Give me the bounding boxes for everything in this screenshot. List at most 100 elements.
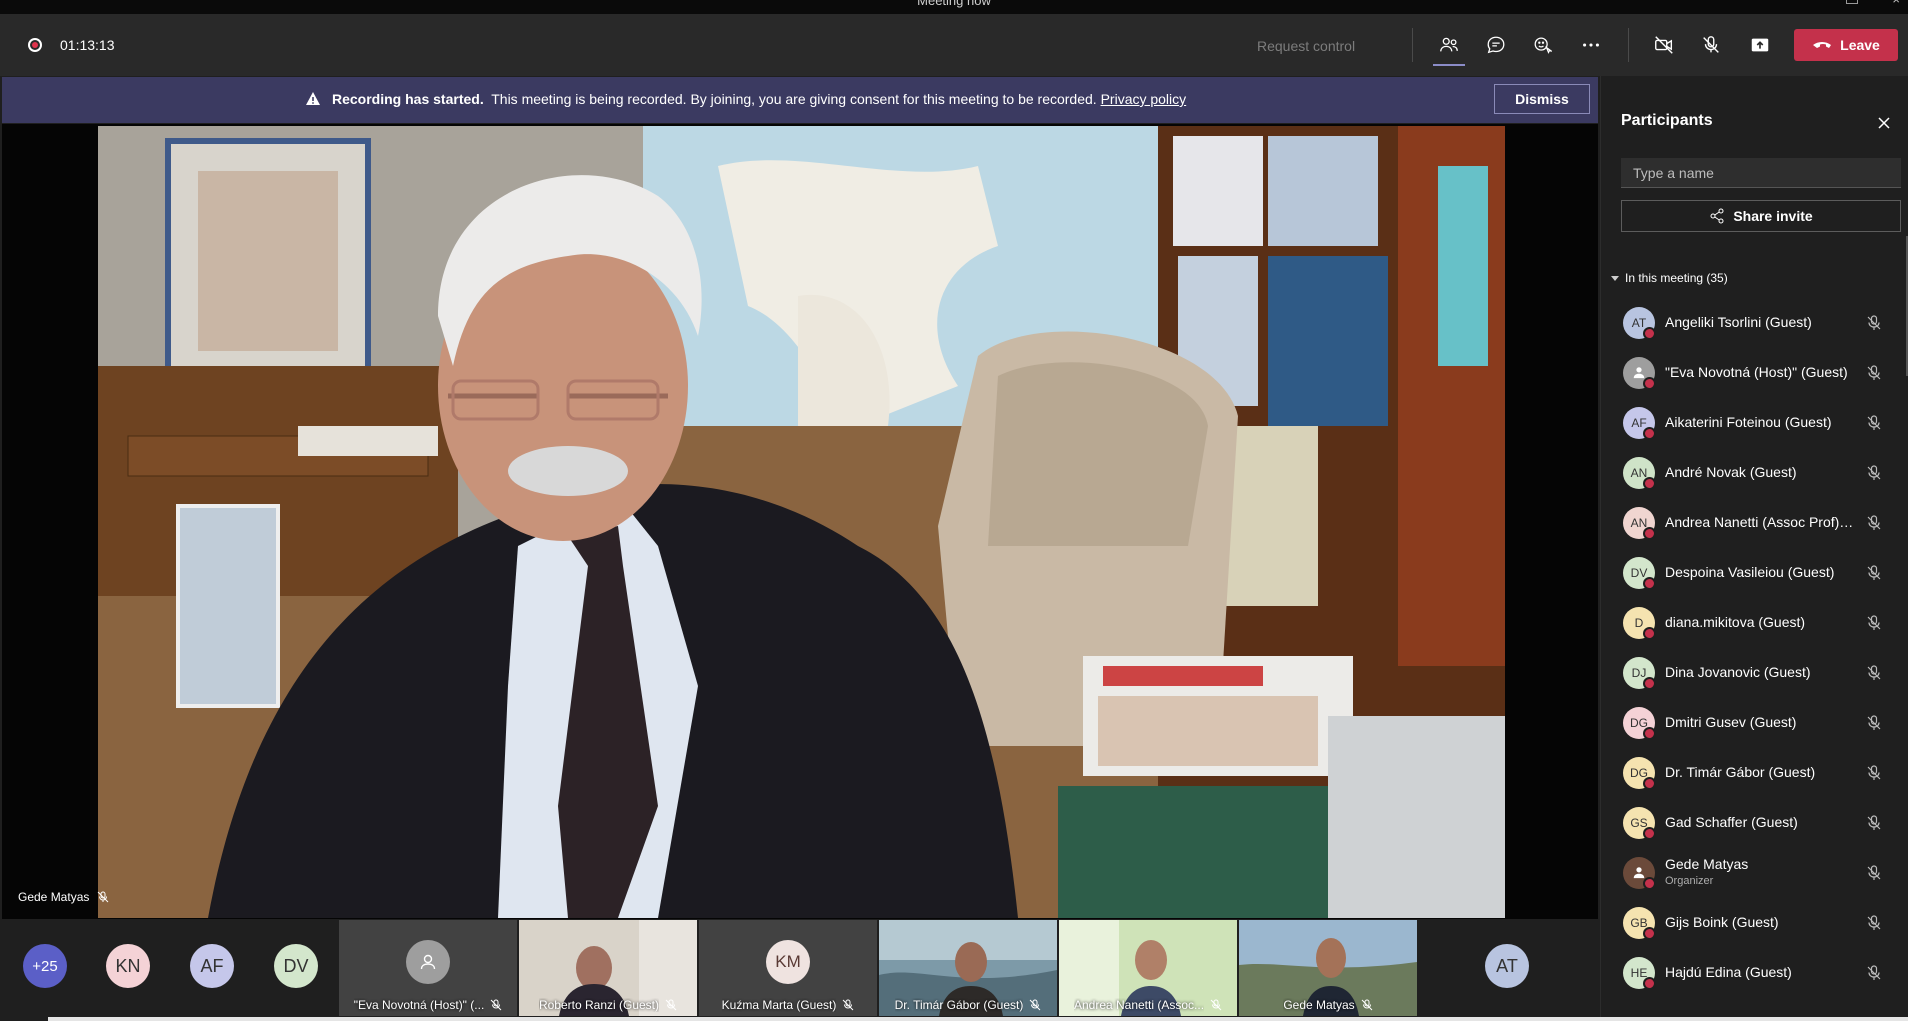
- participant-name: Gijs Boink (Guest): [1665, 914, 1779, 930]
- participant-row[interactable]: DG Dmitri Gusev (Guest): [1601, 698, 1908, 748]
- leave-button[interactable]: Leave: [1794, 29, 1898, 61]
- participant-row[interactable]: GS Gad Schaffer (Guest): [1601, 798, 1908, 848]
- mic-off-icon[interactable]: [1865, 764, 1883, 782]
- presence-dot: [1643, 777, 1656, 790]
- avatar: AT: [1623, 307, 1656, 340]
- request-control-button[interactable]: Request control: [1257, 38, 1355, 54]
- avatar: DV: [1623, 557, 1656, 590]
- overflow-count[interactable]: +25: [23, 944, 67, 988]
- mic-off-icon[interactable]: [1865, 514, 1883, 532]
- avatar: [1623, 357, 1656, 390]
- avatar: GB: [1623, 907, 1656, 940]
- participant-name: Dr. Timár Gábor (Guest): [1665, 764, 1816, 780]
- banner-text: This meeting is being recorded. By joini…: [491, 91, 1097, 107]
- privacy-policy-link[interactable]: Privacy policy: [1101, 91, 1187, 107]
- reactions-icon[interactable]: [1529, 31, 1557, 59]
- mic-off-icon: [490, 999, 502, 1011]
- presence-dot: [1643, 877, 1656, 890]
- camera-off-icon[interactable]: [1650, 31, 1678, 59]
- mic-off-icon: [1210, 999, 1222, 1011]
- avatar: AN: [1623, 507, 1656, 540]
- mic-off-icon[interactable]: [1865, 814, 1883, 832]
- chat-icon[interactable]: [1482, 31, 1510, 59]
- mic-off-icon[interactable]: [1865, 914, 1883, 932]
- participant-name: André Novak (Guest): [1665, 464, 1797, 480]
- people-active-indicator: [1433, 64, 1465, 66]
- participant-row[interactable]: AN Andrea Nanetti (Assoc Prof) (...: [1601, 498, 1908, 548]
- presence-dot: [1643, 377, 1656, 390]
- people-icon[interactable]: [1435, 31, 1463, 59]
- leave-label: Leave: [1840, 37, 1880, 53]
- share-screen-icon[interactable]: [1746, 31, 1774, 59]
- participant-avatar[interactable]: DV: [274, 944, 318, 988]
- participant-row[interactable]: AF Aikaterini Foteinou (Guest): [1601, 398, 1908, 448]
- mic-off-icon[interactable]: [1865, 564, 1883, 582]
- video-tile[interactable]: KM Kuźma Marta (Guest): [699, 920, 877, 1016]
- in-meeting-section-toggle[interactable]: In this meeting (35): [1611, 271, 1728, 285]
- mic-off-icon: [665, 999, 677, 1011]
- mic-off-icon[interactable]: [1865, 714, 1883, 732]
- participant-row[interactable]: "Eva Novotná (Host)" (Guest): [1601, 348, 1908, 398]
- presence-dot: [1643, 827, 1656, 840]
- mic-off-icon[interactable]: [1865, 964, 1883, 982]
- mic-off-icon[interactable]: [1865, 614, 1883, 632]
- avatar: D: [1623, 607, 1656, 640]
- tile-label: Gede Matyas: [1283, 998, 1355, 1012]
- mic-off-icon: [98, 891, 109, 903]
- taskbar-edge: [48, 1017, 1908, 1021]
- tile-label: Andrea Nanetti (Assoc...: [1073, 998, 1205, 1012]
- participant-name: diana.mikitova (Guest): [1665, 614, 1806, 630]
- video-tile[interactable]: Dr. Timár Gábor (Guest): [879, 920, 1057, 1016]
- participant-row[interactable]: Gede Matyas Organizer: [1601, 848, 1908, 898]
- mic-off-icon: [842, 999, 854, 1011]
- close-icon[interactable]: [1875, 114, 1893, 132]
- meeting-timer: 01:13:13: [60, 37, 115, 53]
- dismiss-button[interactable]: Dismiss: [1494, 84, 1590, 114]
- video-tile[interactable]: Gede Matyas: [1239, 920, 1417, 1016]
- presence-dot: [1643, 427, 1656, 440]
- participant-row[interactable]: AT Angeliki Tsorlini (Guest): [1601, 298, 1908, 348]
- participant-row[interactable]: DG Dr. Timár Gábor (Guest): [1601, 748, 1908, 798]
- recording-banner: Recording has started. This meeting is b…: [2, 77, 1598, 123]
- mic-off-icon[interactable]: [1865, 464, 1883, 482]
- share-invite-button[interactable]: Share invite: [1621, 200, 1901, 232]
- participant-row[interactable]: DJ Dina Jovanovic (Guest): [1601, 648, 1908, 698]
- mic-off-icon[interactable]: [1865, 664, 1883, 682]
- presence-dot: [1643, 327, 1656, 340]
- popout-icon[interactable]: [1846, 0, 1858, 4]
- participant-list: AT Angeliki Tsorlini (Guest) "Eva Novotná …: [1601, 298, 1908, 998]
- in-meeting-section-label: In this meeting (35): [1625, 271, 1728, 285]
- tile-label: "Eva Novotná (Host)" (...: [353, 998, 485, 1012]
- video-tile[interactable]: Andrea Nanetti (Assoc...: [1059, 920, 1237, 1016]
- participant-row[interactable]: HE Hajdú Edina (Guest): [1601, 948, 1908, 998]
- participant-row[interactable]: GB Gijs Boink (Guest): [1601, 898, 1908, 948]
- mic-off-icon[interactable]: [1865, 864, 1883, 882]
- banner-message: Recording has started. This meeting is b…: [332, 91, 1186, 107]
- mic-off-icon: [1029, 999, 1041, 1011]
- participant-name: Aikaterini Foteinou (Guest): [1665, 414, 1832, 430]
- video-tile[interactable]: "Eva Novotná (Host)" (...: [339, 920, 517, 1016]
- speaker-name: Gede Matyas: [18, 890, 90, 904]
- mic-off-icon[interactable]: [1697, 31, 1725, 59]
- speaker-video: [98, 126, 1505, 918]
- tile-label: Dr. Timár Gábor (Guest): [894, 998, 1024, 1012]
- participant-avatar[interactable]: AF: [190, 944, 234, 988]
- more-icon[interactable]: [1577, 31, 1605, 59]
- window-close-icon[interactable]: ×: [1892, 0, 1900, 7]
- participant-row[interactable]: DV Despoina Vasileiou (Guest): [1601, 548, 1908, 598]
- participant-name: Gede Matyas: [1665, 856, 1749, 872]
- presence-dot: [1643, 477, 1656, 490]
- participant-avatar[interactable]: AT: [1485, 944, 1529, 988]
- mic-off-icon[interactable]: [1865, 414, 1883, 432]
- participant-search-input[interactable]: [1621, 158, 1901, 188]
- video-tile[interactable]: Roberto Ranzi (Guest): [519, 920, 697, 1016]
- participant-name: "Eva Novotná (Host)" (Guest): [1665, 364, 1848, 380]
- presence-dot: [1643, 527, 1656, 540]
- participant-name: Dmitri Gusev (Guest): [1665, 714, 1797, 730]
- participant-row[interactable]: Ddiana.mikitova (Guest): [1601, 598, 1908, 648]
- participant-avatar[interactable]: KN: [106, 944, 150, 988]
- window-title: Meeting now: [917, 0, 991, 8]
- mic-off-icon[interactable]: [1865, 364, 1883, 382]
- participant-row[interactable]: AN André Novak (Guest): [1601, 448, 1908, 498]
- mic-off-icon[interactable]: [1865, 314, 1883, 332]
